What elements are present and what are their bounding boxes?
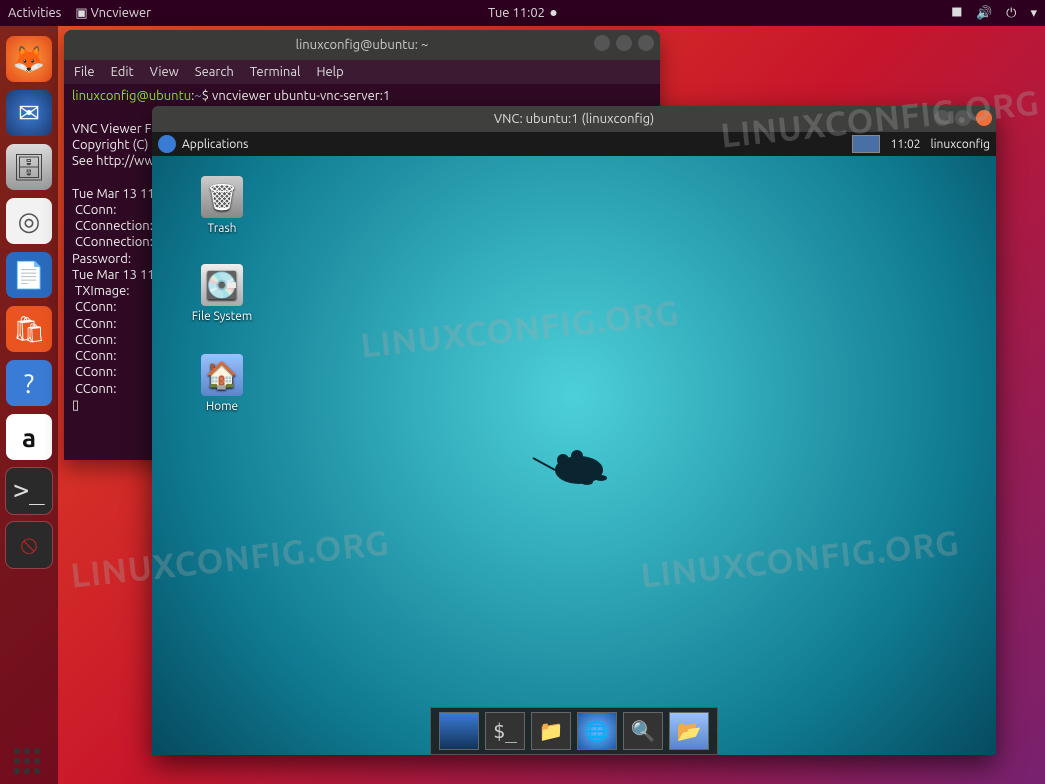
dock-show-desktop[interactable] [439,712,479,750]
menu-view[interactable]: View [150,65,179,79]
dock-web-browser[interactable]: 🌐 [577,712,617,750]
menu-help[interactable]: Help [316,65,343,79]
icon-label: Trash [182,222,262,235]
dock-software[interactable]: 🛍 [6,306,52,352]
terminal-titlebar[interactable]: linuxconfig@ubuntu: ~ [64,30,660,60]
dock-writer[interactable]: 📄 [6,252,52,298]
applications-menu[interactable]: Applications [182,138,248,151]
dock-terminal[interactable]: >_ [6,468,52,514]
xfce-logo-icon[interactable] [158,135,176,153]
terminal-menubar: File Edit View Search Terminal Help [64,60,660,84]
terminal-output: VNC Viewer Fr Copyright (C) See http://w… [72,122,156,412]
taskbar-item[interactable] [852,135,880,153]
desktop-icon-trash[interactable]: 🗑 Trash [182,176,262,235]
menu-file[interactable]: File [74,65,95,79]
dock-rhythmbox[interactable]: ◎ [6,198,52,244]
maximize-icon[interactable] [616,35,632,51]
dock-noentry[interactable]: ⦸ [6,522,52,568]
menu-terminal[interactable]: Terminal [250,65,301,79]
xfce-user[interactable]: linuxconfig [931,138,991,151]
chevron-down-icon[interactable]: ▾ [1030,6,1037,21]
xfce-clock[interactable]: 11:02 [890,138,920,151]
xfce-desktop[interactable]: 🗑 Trash 💽 File System 🏠 Home $_ 📁 🌐 🔍 📂 [152,156,996,755]
dock-terminal[interactable]: $_ [485,712,525,750]
minimize-icon[interactable] [934,110,950,126]
minimize-icon[interactable] [594,35,610,51]
menu-edit[interactable]: Edit [111,65,134,79]
gnome-top-bar: Activities ▣ Vncviewer Tue 11:02 ⯀ 🔊 ⏻ ▾ [0,0,1045,26]
icon-label: Home [182,400,262,413]
dock-thunderbird[interactable]: ✉ [6,90,52,136]
vnc-window[interactable]: VNC: ubuntu:1 (linuxconfig) Applications… [152,106,996,755]
terminal-title: linuxconfig@ubuntu: ~ [296,38,429,52]
xfce-top-panel: Applications 11:02 linuxconfig [152,132,996,156]
volume-icon[interactable]: 🔊 [976,6,992,21]
vnc-titlebar[interactable]: VNC: ubuntu:1 (linuxconfig) [152,106,996,132]
close-icon[interactable] [638,35,654,51]
drive-icon: 💽 [201,264,243,306]
maximize-icon[interactable] [955,110,971,126]
vnc-title: VNC: ubuntu:1 (linuxconfig) [494,112,654,126]
trash-icon: 🗑 [201,176,243,218]
dock-directory[interactable]: 📂 [669,712,709,750]
xfce-bottom-dock: $_ 📁 🌐 🔍 📂 [430,707,718,755]
app-indicator[interactable]: ▣ Vncviewer [75,6,151,21]
close-icon[interactable] [976,110,992,126]
dock-files[interactable]: 🗄 [6,144,52,190]
dock-amazon[interactable]: a [6,414,52,460]
dock-firefox[interactable]: 🦊 [6,36,52,82]
desktop-icon-home[interactable]: 🏠 Home [182,354,262,413]
activities-button[interactable]: Activities [8,6,61,20]
dock-file-manager[interactable]: 📁 [531,712,571,750]
home-folder-icon: 🏠 [201,354,243,396]
xfce-mouse-logo [529,440,619,494]
desktop-icon-filesystem[interactable]: 💽 File System [182,264,262,323]
dock-help[interactable]: ? [6,360,52,406]
clock[interactable]: Tue 11:02 [488,6,557,20]
network-icon[interactable]: ⯀ [952,6,962,21]
show-applications-icon[interactable] [14,748,40,774]
menu-search[interactable]: Search [195,65,234,79]
power-icon[interactable]: ⏻ [1006,6,1016,21]
dock-app-finder[interactable]: 🔍 [623,712,663,750]
ubuntu-dock: 🦊 ✉ 🗄 ◎ 📄 🛍 ? a >_ ⦸ [0,26,58,784]
icon-label: File System [182,310,262,323]
